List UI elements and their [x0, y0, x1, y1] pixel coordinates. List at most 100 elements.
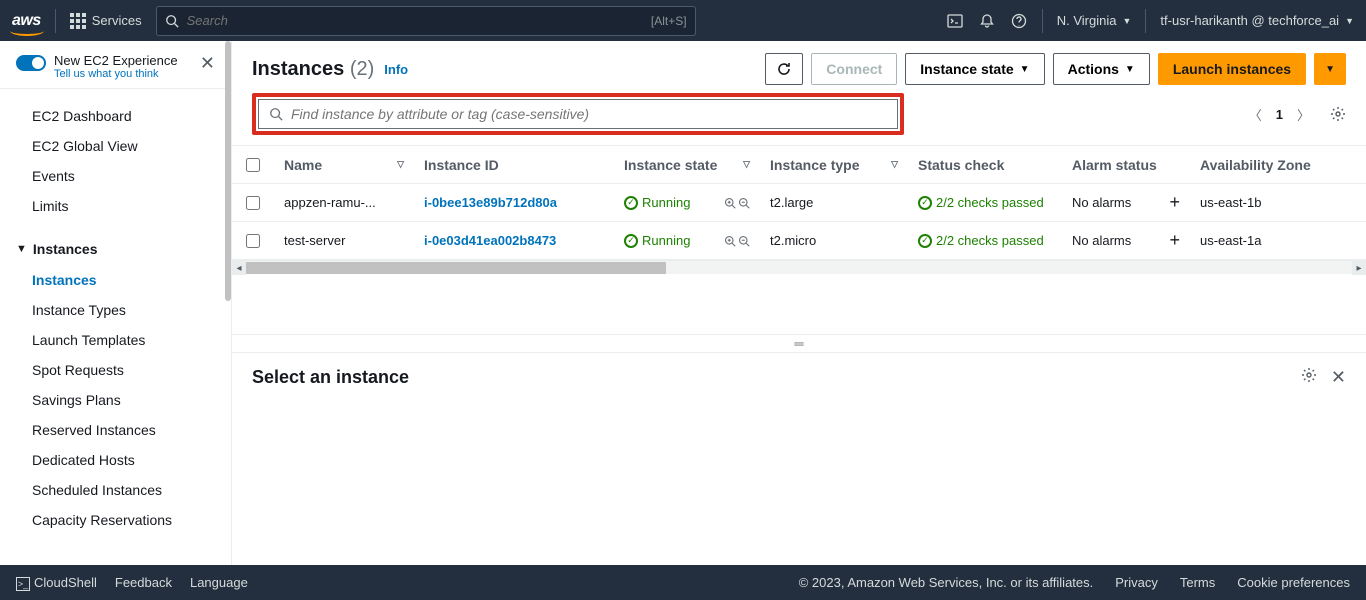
check-circle-icon: ✓	[918, 234, 932, 248]
aws-logo[interactable]: aws	[12, 12, 41, 30]
state-filter-icons[interactable]	[724, 235, 750, 247]
caret-down-icon: ▼	[16, 243, 27, 255]
nav-limits[interactable]: Limits	[0, 191, 231, 221]
nav-ec2-global-view[interactable]: EC2 Global View	[0, 131, 231, 161]
privacy-link[interactable]: Privacy	[1115, 575, 1158, 590]
divider	[1145, 9, 1146, 33]
launch-instances-button[interactable]: Launch instances	[1158, 53, 1306, 85]
cloudshell-icon[interactable]	[946, 12, 964, 30]
nav-dedicated-hosts[interactable]: Dedicated Hosts	[0, 445, 231, 475]
search-input[interactable]	[187, 13, 643, 28]
next-page-button[interactable]: 〉	[1297, 105, 1310, 124]
scrollbar[interactable]	[225, 41, 231, 301]
nav-capacity-reservations[interactable]: Capacity Reservations	[0, 505, 231, 535]
page-title: Instances (2)	[252, 58, 374, 81]
table-row[interactable]: test-server i-0e03d41ea002b8473 ✓Running…	[232, 222, 1366, 260]
new-experience-feedback-link[interactable]: Tell us what you think	[54, 68, 178, 80]
caret-down-icon: ▼	[1122, 16, 1131, 26]
global-footer: >_CloudShell Feedback Language © 2023, A…	[0, 565, 1366, 600]
nav-instance-types[interactable]: Instance Types	[0, 295, 231, 325]
row-checkbox[interactable]	[246, 196, 260, 210]
nav-events[interactable]: Events	[0, 161, 231, 191]
cell-alarm: No alarms	[1072, 233, 1131, 248]
state-badge: ✓Running	[624, 195, 690, 210]
horizontal-scrollbar[interactable]: ◂ ▸	[232, 260, 1366, 274]
nav-savings-plans[interactable]: Savings Plans	[0, 385, 231, 415]
col-availability-zone[interactable]: Availability Zone	[1190, 157, 1330, 173]
check-circle-icon: ✓	[624, 196, 638, 210]
gear-icon	[1330, 106, 1346, 122]
gear-icon	[1301, 367, 1317, 383]
table-row[interactable]: appzen-ramu-... i-0bee13e89b712d80a ✓Run…	[232, 184, 1366, 222]
services-menu[interactable]: Services	[70, 13, 142, 29]
global-topbar: aws Services [Alt+S] N. Virginia▼ tf-usr…	[0, 0, 1366, 41]
caret-down-icon: ▼	[1020, 64, 1030, 75]
actions-button[interactable]: Actions▼	[1053, 53, 1150, 85]
instance-state-button[interactable]: Instance state▼	[905, 53, 1044, 85]
terms-link[interactable]: Terms	[1180, 575, 1215, 590]
help-icon[interactable]	[1010, 12, 1028, 30]
prev-page-button[interactable]: 〈	[1249, 105, 1262, 124]
check-circle-icon: ✓	[918, 196, 932, 210]
nav-reserved-instances[interactable]: Reserved Instances	[0, 415, 231, 445]
feedback-link[interactable]: Feedback	[115, 575, 172, 590]
scroll-right-arrow[interactable]: ▸	[1352, 261, 1366, 275]
page-number: 1	[1276, 107, 1283, 122]
connect-button: Connect	[811, 53, 897, 85]
search-icon	[165, 14, 179, 28]
new-experience-title: New EC2 Experience	[54, 53, 178, 68]
services-label: Services	[92, 13, 142, 28]
launch-instances-dropdown[interactable]: ▼	[1314, 53, 1346, 85]
add-alarm-button[interactable]: +	[1169, 192, 1180, 213]
col-instance-state[interactable]: Instance state▽	[614, 157, 760, 173]
detail-settings-button[interactable]	[1301, 367, 1317, 388]
split-handle[interactable]: ═	[232, 334, 1366, 352]
filter-input-wrapper[interactable]	[258, 99, 898, 129]
refresh-button[interactable]	[765, 53, 803, 85]
filter-highlight	[252, 93, 904, 135]
region-selector[interactable]: N. Virginia▼	[1057, 13, 1132, 28]
instance-id-link[interactable]: i-0bee13e89b712d80a	[424, 195, 557, 210]
close-icon[interactable]: ✕	[200, 53, 215, 74]
scroll-left-arrow[interactable]: ◂	[232, 261, 246, 275]
state-filter-icons[interactable]	[724, 197, 750, 209]
select-all-checkbox[interactable]	[246, 158, 260, 172]
nav-ec2-dashboard[interactable]: EC2 Dashboard	[0, 101, 231, 131]
settings-button[interactable]	[1330, 106, 1346, 122]
detail-close-button[interactable]: ✕	[1331, 367, 1346, 388]
cell-type: t2.micro	[760, 233, 908, 248]
nav-section-instances[interactable]: ▼Instances	[0, 233, 231, 265]
row-checkbox[interactable]	[246, 234, 260, 248]
nav-launch-templates[interactable]: Launch Templates	[0, 325, 231, 355]
grid-icon	[70, 13, 86, 29]
account-menu[interactable]: tf-usr-harikanth @ techforce_ai▼	[1160, 13, 1354, 28]
cell-az: us-east-1a	[1190, 233, 1330, 248]
divider	[55, 9, 56, 33]
instance-id-link[interactable]: i-0e03d41ea002b8473	[424, 233, 556, 248]
search-icon	[269, 107, 283, 121]
col-alarm-status[interactable]: Alarm status	[1062, 157, 1190, 173]
cookies-link[interactable]: Cookie preferences	[1237, 575, 1350, 590]
bell-icon[interactable]	[978, 12, 996, 30]
caret-down-icon: ▼	[1345, 16, 1354, 26]
scrollbar-thumb[interactable]	[246, 262, 666, 274]
info-link[interactable]: Info	[384, 62, 408, 77]
global-search[interactable]: [Alt+S]	[156, 6, 696, 36]
cloudshell-link[interactable]: >_CloudShell	[16, 575, 97, 591]
col-status-check[interactable]: Status check	[908, 157, 1062, 173]
cell-alarm: No alarms	[1072, 195, 1131, 210]
add-alarm-button[interactable]: +	[1169, 230, 1180, 251]
search-shortcut: [Alt+S]	[651, 14, 687, 28]
col-instance-type[interactable]: Instance type▽	[760, 157, 908, 173]
nav-spot-requests[interactable]: Spot Requests	[0, 355, 231, 385]
nav-scheduled-instances[interactable]: Scheduled Instances	[0, 475, 231, 505]
col-name[interactable]: Name▽	[274, 157, 414, 173]
cell-name: appzen-ramu-...	[274, 195, 414, 210]
cloudshell-icon: >_	[16, 577, 30, 591]
nav-instances[interactable]: Instances	[0, 265, 231, 295]
sort-icon: ▽	[891, 159, 898, 170]
col-instance-id[interactable]: Instance ID	[414, 157, 614, 173]
filter-input[interactable]	[291, 106, 887, 122]
new-experience-toggle[interactable]	[16, 55, 46, 71]
language-link[interactable]: Language	[190, 575, 248, 590]
